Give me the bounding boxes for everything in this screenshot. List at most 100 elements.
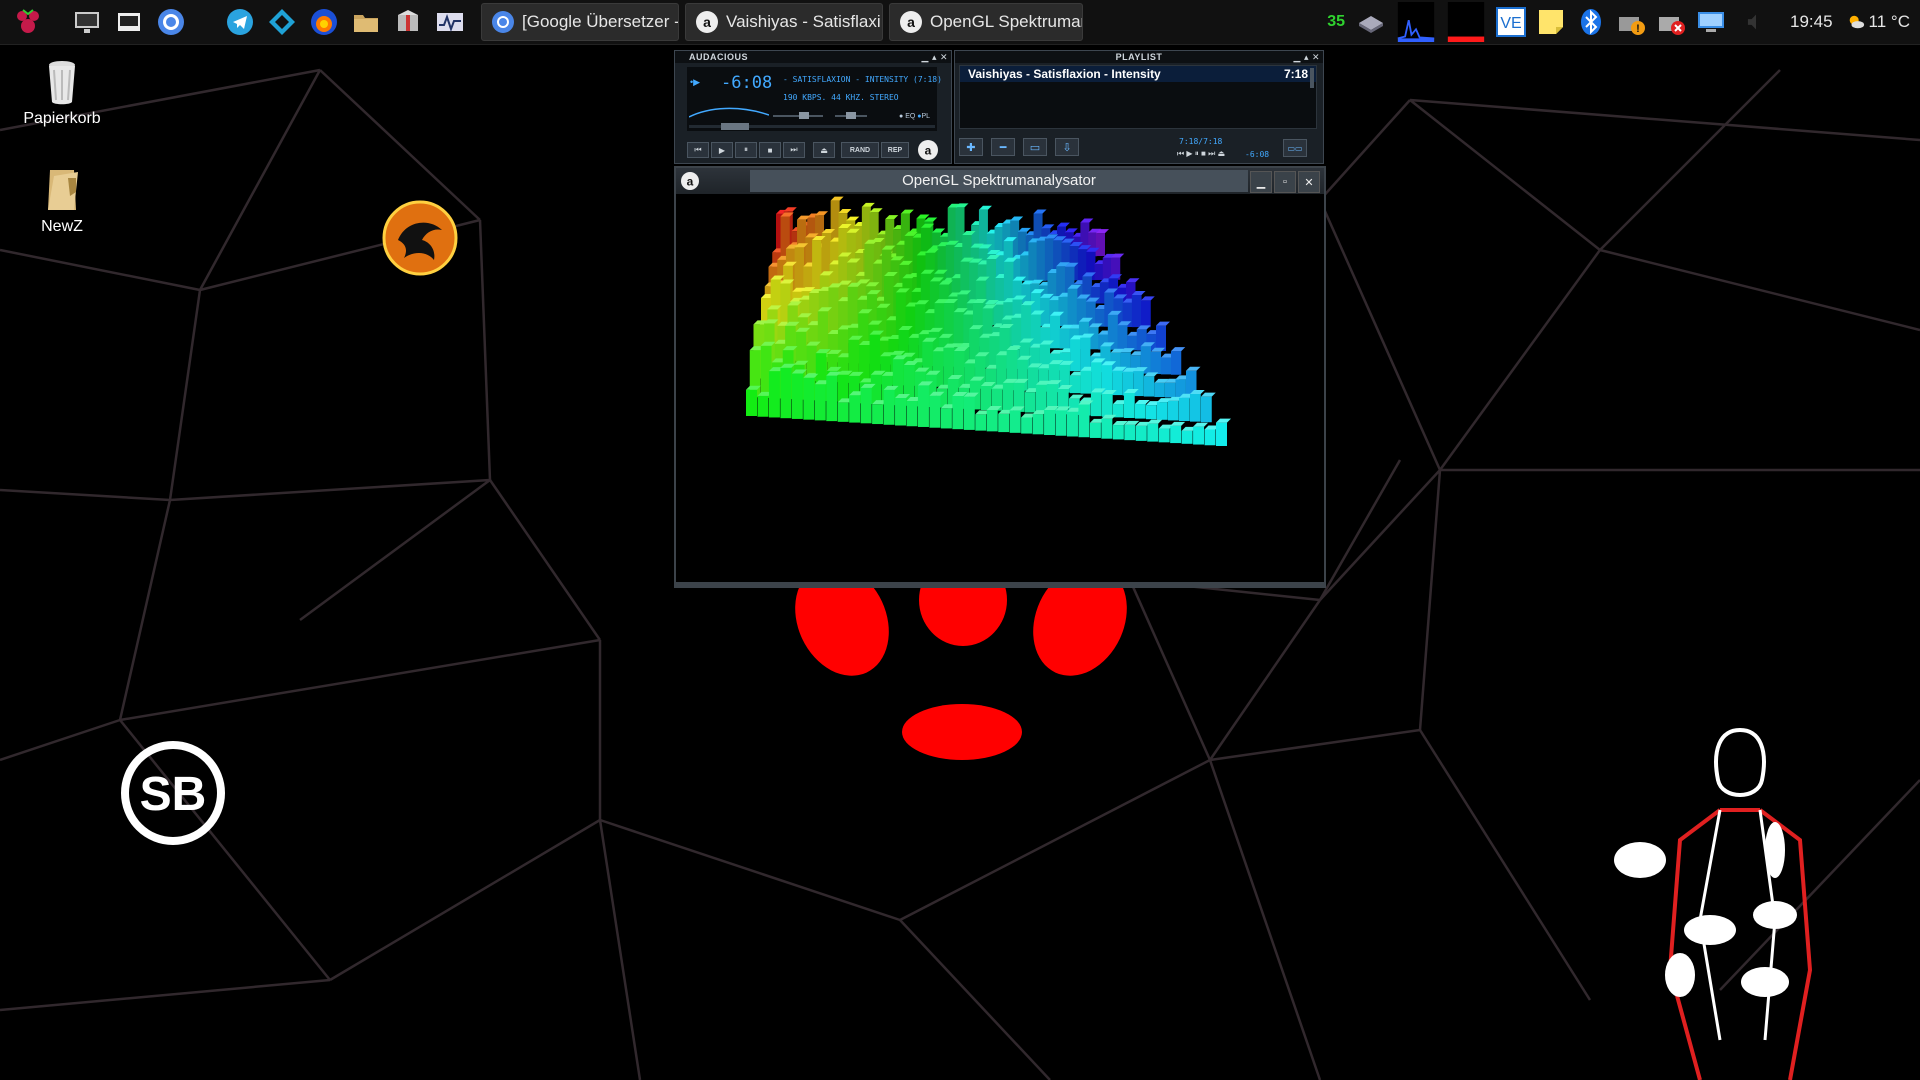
cpu-graph-icon[interactable]: [1396, 2, 1436, 42]
display-settings-icon[interactable]: [1696, 7, 1726, 37]
audacious-window-buttons[interactable]: ▁ ▴ ✕: [922, 51, 948, 63]
audacious-logo-icon[interactable]: a: [917, 139, 939, 161]
playlist-row-title: Vaishiyas - Satisflaxion - Intensity: [968, 67, 1161, 81]
desktop-icon-label: Papierkorb: [23, 110, 101, 127]
system-monitor-icon[interactable]: [432, 4, 468, 40]
playlist-title: PLAYLIST: [1115, 52, 1163, 62]
audacious-playlist-window[interactable]: PLAYLIST ▁ ▴ ✕ Vaishiyas - Satisflaxion …: [954, 50, 1324, 164]
network-disconnected-icon[interactable]: [1656, 7, 1686, 37]
audacious-icon: a: [900, 11, 922, 33]
volume-slider[interactable]: [773, 112, 823, 119]
weather-widget[interactable]: 11 °C: [1847, 12, 1910, 32]
spectrum-bar: [1096, 229, 1109, 256]
stream-info: 190 KBPS. 44 KHZ. STEREO: [783, 93, 899, 102]
desktop-icon-newz[interactable]: NewZ: [12, 166, 112, 236]
eq-pl-toggles[interactable]: ● EQ ●PL: [899, 113, 930, 120]
weather-temperature: 11 °C: [1868, 12, 1910, 31]
playlist-titlebar[interactable]: PLAYLIST ▁ ▴ ✕: [955, 51, 1323, 63]
desktop-icon-label: NewZ: [41, 218, 83, 235]
time-display[interactable]: -6:08: [721, 73, 772, 93]
kodi-icon[interactable]: [264, 4, 300, 40]
playlist-scrollbar[interactable]: [1310, 68, 1314, 88]
sb-logo-text: SB: [140, 768, 207, 821]
audacious-main-window[interactable]: AUDACIOUS ▁ ▴ ✕ •▶ -6:08 - SATISFLAXION …: [674, 50, 952, 164]
notes-icon[interactable]: [1536, 7, 1566, 37]
playlist-mini-controls[interactable]: ⏮ ▶ ⏸ ■ ⏭ ⏏: [1177, 149, 1225, 159]
task-label: Vaishiyas - Satisflaxi...: [726, 12, 883, 31]
task-label: [Google Übersetzer - ...: [522, 12, 678, 31]
pause-button[interactable]: ⏸: [735, 142, 757, 158]
chromium-icon: [492, 11, 514, 33]
spectrum-bar: [1156, 321, 1170, 351]
add-icon[interactable]: ✚: [959, 138, 983, 156]
remove-icon[interactable]: ━: [991, 138, 1015, 156]
svg-text:a: a: [703, 14, 711, 30]
spectrum-bar: [1141, 296, 1155, 328]
select-icon[interactable]: ▭: [1023, 138, 1047, 156]
stop-button[interactable]: ■: [759, 142, 781, 158]
eject-button[interactable]: ⏏: [813, 142, 835, 158]
network-graph-icon[interactable]: [1446, 2, 1486, 42]
play-button[interactable]: ▶: [711, 142, 733, 158]
monitor-icon[interactable]: [69, 4, 105, 40]
update-warning-icon[interactable]: !: [1616, 7, 1646, 37]
audacious-titlebar[interactable]: AUDACIOUS ▁ ▴ ✕: [675, 51, 951, 63]
trash-icon: [49, 61, 75, 105]
taskbar: [Google Übersetzer - ... a Vaishiyas - S…: [0, 0, 1920, 45]
playlist-time-display: 7:18/7:18: [1179, 137, 1223, 146]
vnc-icon[interactable]: VE: [1496, 7, 1526, 37]
desktop-icon-trash[interactable]: Papierkorb: [12, 58, 112, 128]
spectrum-bar: [1201, 392, 1216, 423]
playlist-row-duration: 7:18: [1283, 67, 1308, 81]
window-bottom-edge: [676, 582, 1324, 586]
app-icon-colorful[interactable]: [306, 4, 342, 40]
task-google-translate[interactable]: [Google Übersetzer - ...: [481, 3, 679, 41]
dancer-figure: [1614, 727, 1813, 1080]
dragon-logo-icon[interactable]: [382, 200, 458, 276]
task-audacious[interactable]: a Vaishiyas - Satisflaxi...: [685, 3, 883, 41]
spectrum-visualization: [746, 196, 1231, 446]
audacious-icon: a: [681, 172, 699, 190]
repeat-button[interactable]: REP: [881, 142, 909, 158]
maximize-button[interactable]: ▫: [1274, 171, 1296, 193]
minimize-button[interactable]: ▁: [1250, 171, 1272, 193]
shuffle-button[interactable]: RAND: [841, 142, 879, 158]
task-opengl-analyzer[interactable]: a OpenGL Spektruman...: [889, 3, 1083, 41]
audacious-icon: a: [696, 11, 718, 33]
list-options-icon[interactable]: ▭▭: [1283, 139, 1307, 157]
visualizer: [689, 107, 769, 118]
bluetooth-icon[interactable]: [1576, 7, 1606, 37]
file-manager-icon[interactable]: [348, 4, 384, 40]
seek-bar[interactable]: [689, 123, 935, 130]
terminal-icon[interactable]: [111, 4, 147, 40]
svg-text:!: !: [1636, 23, 1640, 35]
playback-controls: ⏮ ▶ ⏸ ■ ⏭ ⏏ RAND REP a: [687, 139, 939, 161]
system-tray: 35 VE ! 19:45 11 °C: [1327, 0, 1920, 44]
raspberry-menu-icon[interactable]: [10, 4, 46, 40]
audacious-title: AUDACIOUS: [689, 52, 749, 62]
close-button[interactable]: ✕: [1298, 171, 1320, 193]
previous-button[interactable]: ⏮: [687, 142, 709, 158]
clock[interactable]: 19:45: [1790, 12, 1833, 32]
balance-slider[interactable]: [835, 112, 867, 119]
svg-text:a: a: [687, 175, 694, 189]
spectrum-bar: [1171, 347, 1186, 375]
folder-icon: [48, 170, 78, 210]
vnc-label: VE: [1500, 15, 1521, 32]
playlist-row[interactable]: Vaishiyas - Satisflaxion - Intensity 7:1…: [960, 66, 1316, 82]
sb-logo: SB: [121, 741, 225, 845]
svg-text:a: a: [907, 14, 915, 30]
playlist-window-buttons[interactable]: ▁ ▴ ✕: [1294, 51, 1320, 63]
misc-icon[interactable]: ⇩: [1055, 138, 1079, 156]
opengl-titlebar[interactable]: a OpenGL Spektrumanalysator ▁ ▫ ✕: [676, 168, 1324, 194]
telegram-icon[interactable]: [222, 4, 258, 40]
volume-icon[interactable]: [1745, 11, 1767, 33]
next-button[interactable]: ⏭: [783, 142, 805, 158]
opengl-analyzer-window[interactable]: a OpenGL Spektrumanalysator ▁ ▫ ✕: [674, 166, 1326, 588]
audacious-display: •▶ -6:08 - SATISFLAXION - INTENSITY (7:1…: [687, 67, 942, 131]
package-icon[interactable]: [390, 4, 426, 40]
playlist-remaining-time: -6:08: [1245, 150, 1270, 159]
storage-icon[interactable]: [1356, 7, 1386, 37]
chromium-icon[interactable]: [153, 4, 189, 40]
opengl-window-title: OpenGL Spektrumanalysator: [750, 170, 1248, 192]
